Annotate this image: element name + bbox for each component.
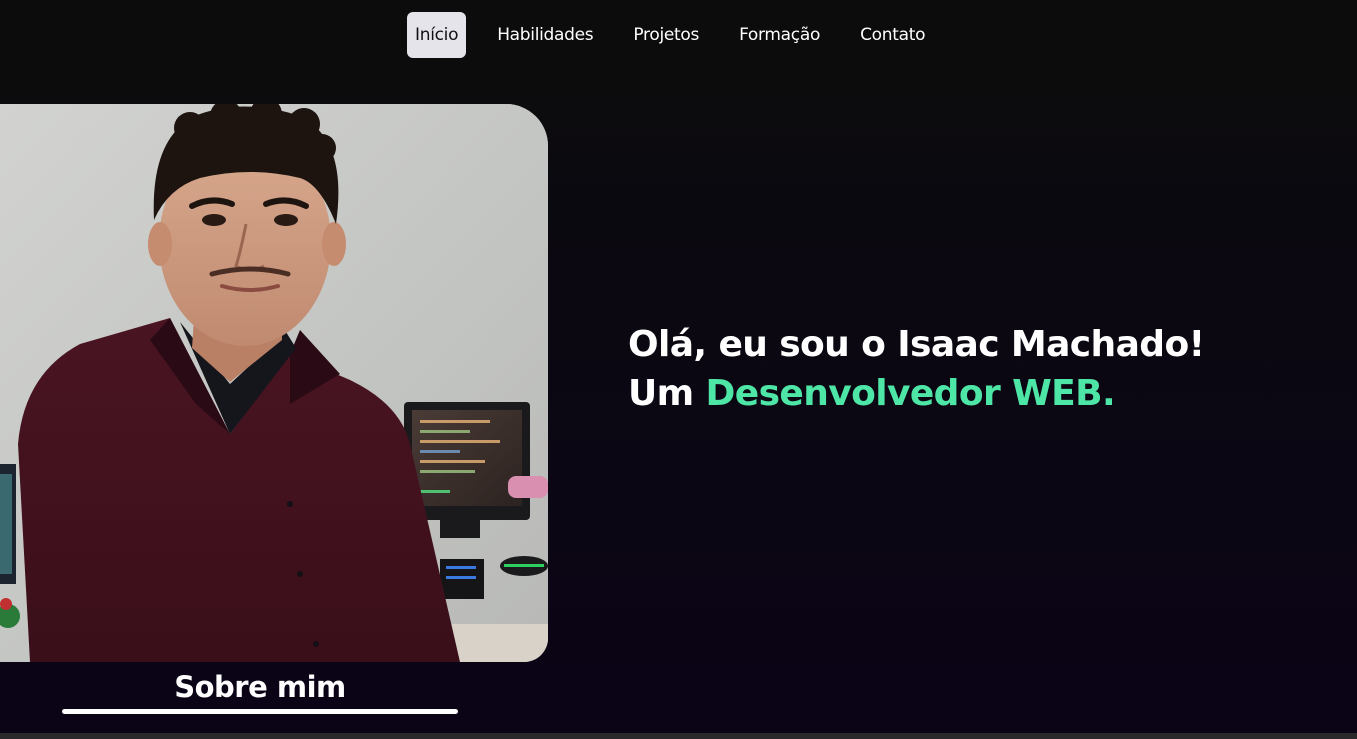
- nav-item-habilidades[interactable]: Habilidades: [488, 12, 602, 58]
- about-me-underline: [62, 709, 458, 714]
- nav-item-formacao[interactable]: Formação: [730, 12, 829, 58]
- nav-item-inicio[interactable]: Início: [407, 12, 467, 58]
- nav-item-contato[interactable]: Contato: [851, 12, 934, 58]
- nav-list: Início Habilidades Projetos Formação Con…: [407, 12, 934, 58]
- bottom-edge: [0, 733, 1357, 739]
- hero-heading: Olá, eu sou o Isaac Machado! Um Desenvol…: [628, 320, 1205, 418]
- hero-line-1: Olá, eu sou o Isaac Machado!: [628, 324, 1205, 365]
- about-me-button[interactable]: Sobre mim: [62, 666, 458, 708]
- page: Início Habilidades Projetos Formação Con…: [0, 0, 1357, 739]
- top-nav: Início Habilidades Projetos Formação Con…: [0, 0, 1357, 76]
- profile-photo: [0, 104, 548, 662]
- hero-line-2-prefix: Um: [628, 373, 706, 414]
- hero-line-2: Um Desenvolvedor WEB.: [628, 369, 1204, 418]
- nav-item-projetos[interactable]: Projetos: [624, 12, 708, 58]
- hero-role-highlight: Desenvolvedor WEB.: [705, 373, 1116, 414]
